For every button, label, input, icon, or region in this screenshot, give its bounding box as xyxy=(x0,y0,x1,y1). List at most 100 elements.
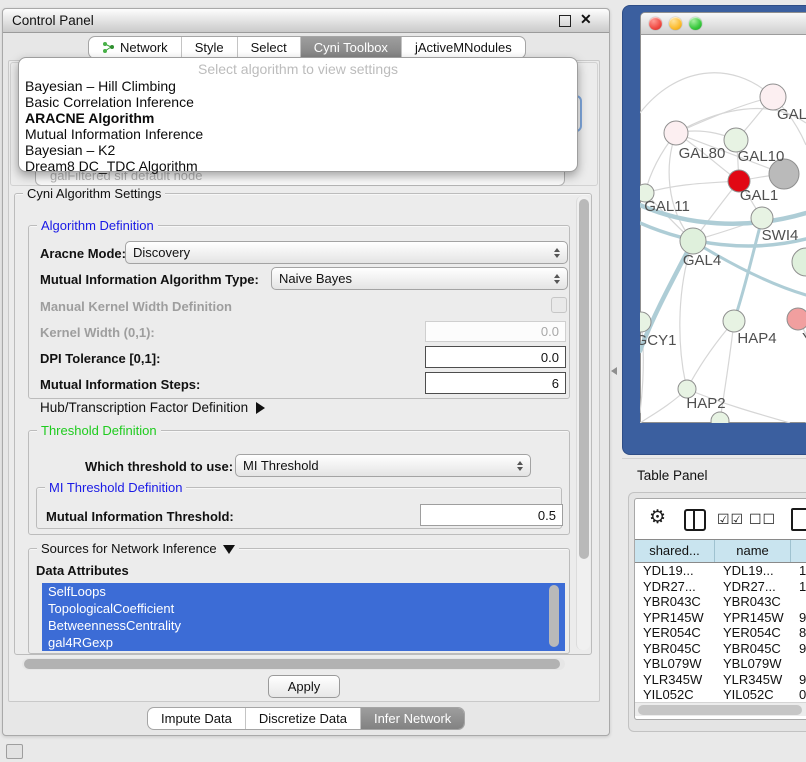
list-scrollbar-thumb[interactable] xyxy=(549,585,559,647)
dpi-tolerance-field[interactable]: 0.0 xyxy=(425,346,566,368)
panel-divider-arrow[interactable] xyxy=(611,367,617,375)
column-header-name[interactable]: name xyxy=(715,540,791,562)
list-item-topologicalcoefficient[interactable]: TopologicalCoefficient xyxy=(42,600,565,617)
settings-hscrollbar-thumb[interactable] xyxy=(24,659,560,669)
cell: YPR145W xyxy=(715,610,791,626)
dropdown-item-dream8[interactable]: Dream8 DC_TDC Algorithm xyxy=(19,158,577,174)
hub-definition-expander[interactable]: Hub/Transcription Factor Definition xyxy=(40,400,265,415)
zoom-traffic-light-icon[interactable] xyxy=(689,17,702,30)
aracne-mode-combo[interactable]: Discovery xyxy=(125,241,568,264)
list-item-selfloops[interactable]: SelfLoops xyxy=(42,583,565,600)
label-gal1: GAL1 xyxy=(740,187,778,204)
manual-kernel-checkbox[interactable] xyxy=(551,297,567,313)
which-threshold-label: Which threshold to use: xyxy=(85,459,233,474)
node-bottom-cut[interactable] xyxy=(711,412,729,423)
tab-impute-data[interactable]: Impute Data xyxy=(148,708,245,729)
table-row[interactable]: YBR045CYBR045C9. xyxy=(635,641,806,657)
table-header-row: shared... name xyxy=(635,539,806,563)
tab-network[interactable]: Network xyxy=(89,37,181,58)
float-window-icon[interactable] xyxy=(559,15,571,27)
node-salmon[interactable] xyxy=(787,308,806,330)
list-item-betweennesscentrality[interactable]: BetweennessCentrality xyxy=(42,617,565,634)
dropdown-item-aracne[interactable]: ARACNE Algorithm xyxy=(19,110,577,126)
close-traffic-light-icon[interactable] xyxy=(649,17,662,30)
mi-steps-field[interactable]: 6 xyxy=(425,372,566,394)
network-canvas[interactable]: GAL GAL80 GAL10 GAL1 GAL11 SWI4 GAL4 GCY… xyxy=(640,33,806,423)
table-row[interactable]: YER054CYER054C8. xyxy=(635,625,806,641)
cell: YIL052C xyxy=(715,687,791,703)
minimize-traffic-light-icon[interactable] xyxy=(669,17,682,30)
panel-grip-button[interactable] xyxy=(6,744,23,759)
dropdown-item-bayesian-hill-climbing[interactable]: Bayesian – Hill Climbing xyxy=(19,78,577,94)
table-settings-button[interactable]: ⚙ xyxy=(649,508,666,528)
label-gal11: GAL11 xyxy=(644,198,690,215)
mi-threshold-field[interactable]: 0.5 xyxy=(420,504,563,526)
table-row[interactable]: YBR043CYBR043C xyxy=(635,594,806,610)
tab-style-label: Style xyxy=(195,40,224,55)
tab-select[interactable]: Select xyxy=(237,37,300,58)
cell: YLR345W xyxy=(635,672,715,688)
dropdown-item-basic-correlation[interactable]: Basic Correlation Inference xyxy=(19,94,577,110)
node-right-cut[interactable] xyxy=(792,248,806,276)
algorithm-definition-title: Algorithm Definition xyxy=(37,218,158,233)
table-row[interactable]: YDL19...YDL19...13 xyxy=(635,563,806,579)
column-header-cut[interactable] xyxy=(791,540,806,562)
node-swi4[interactable] xyxy=(751,207,773,229)
apply-button[interactable]: Apply xyxy=(268,675,340,698)
gear-icon: ⚙ xyxy=(649,507,666,528)
kernel-width-field[interactable]: 0.0 xyxy=(425,321,566,342)
table-row[interactable]: YIL052CYIL052C0. xyxy=(635,687,806,703)
tab-jactivemnodules-label: jActiveMNodules xyxy=(415,40,512,55)
which-threshold-combo[interactable]: MI Threshold xyxy=(235,454,531,477)
label-gcy1: GCY1 xyxy=(640,332,676,349)
cell: YER054C xyxy=(635,625,715,641)
expander-down-icon xyxy=(223,545,235,554)
column-header-shared-name[interactable]: shared... xyxy=(635,540,715,562)
select-all-columns-icon[interactable]: ☑☑ xyxy=(717,511,744,528)
table-hscrollbar-thumb[interactable] xyxy=(638,705,802,715)
combo-spinner-icon xyxy=(517,461,523,471)
table-row[interactable]: YDR27...YDR27...12 xyxy=(635,579,806,595)
mi-algorithm-type-combo[interactable]: Naive Bayes xyxy=(271,267,568,290)
hub-definition-label: Hub/Transcription Factor Definition xyxy=(40,400,248,415)
list-item-gal4rgexp[interactable]: gal4RGexp xyxy=(42,634,565,651)
dropdown-item-bayesian-k2[interactable]: Bayesian – K2 xyxy=(19,142,577,158)
table-hscrollbar[interactable] xyxy=(635,702,806,716)
import-table-icon[interactable] xyxy=(791,508,806,531)
tab-infer-network[interactable]: Infer Network xyxy=(360,708,464,729)
table-row[interactable]: YPR145WYPR145W9. xyxy=(635,610,806,626)
label-hap4: HAP4 xyxy=(737,330,776,347)
cell: YER054C xyxy=(715,625,791,641)
settings-scrollbar[interactable] xyxy=(576,196,590,650)
node-hap4[interactable] xyxy=(723,310,745,332)
table-row[interactable]: YBL079WYBL079W xyxy=(635,656,806,672)
network-window-titlebar[interactable] xyxy=(641,13,806,35)
close-icon[interactable]: ✕ xyxy=(580,11,592,28)
cell: YBL079W xyxy=(715,656,791,672)
settings-hscrollbar[interactable] xyxy=(22,658,565,670)
control-panel-title: Control Panel xyxy=(12,13,94,28)
dropdown-item-mutual-information[interactable]: Mutual Information Inference xyxy=(19,126,577,142)
cyni-bottom-tabs: Impute Data Discretize Data Infer Networ… xyxy=(147,707,465,730)
sources-title[interactable]: Sources for Network Inference xyxy=(37,541,239,556)
tab-jactivemnodules[interactable]: jActiveMNodules xyxy=(401,37,525,58)
mi-threshold-label: Mutual Information Threshold: xyxy=(46,509,234,524)
node-gal4[interactable] xyxy=(680,228,706,254)
cell: 13 xyxy=(791,563,806,579)
control-panel-titlebar[interactable]: Control Panel ✕ xyxy=(3,9,609,33)
settings-scrollbar-thumb[interactable] xyxy=(579,199,589,559)
tab-style[interactable]: Style xyxy=(181,37,237,58)
tab-discretize-data[interactable]: Discretize Data xyxy=(245,708,360,729)
control-panel-tabs: Network Style Select Cyni Toolbox jActiv… xyxy=(88,36,526,59)
show-columns-icon[interactable] xyxy=(684,509,706,531)
table-panel-header: Table Panel xyxy=(622,458,806,493)
cell: YBR045C xyxy=(635,641,715,657)
table-row[interactable]: YLR345WYLR345W9. xyxy=(635,672,806,688)
unselect-all-columns-icon[interactable]: ☐☐ xyxy=(749,511,776,528)
node-table: shared... name YDL19...YDL19...13 YDR27.… xyxy=(635,539,806,703)
cell: YDR27... xyxy=(715,579,791,595)
tab-cyni-toolbox-label: Cyni Toolbox xyxy=(314,40,388,55)
node-gal80[interactable] xyxy=(664,121,688,145)
cell: YDR27... xyxy=(635,579,715,595)
tab-cyni-toolbox[interactable]: Cyni Toolbox xyxy=(300,37,401,58)
